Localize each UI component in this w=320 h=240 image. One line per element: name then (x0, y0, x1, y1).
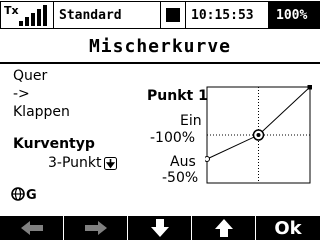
language-indicator: G (11, 187, 37, 201)
down-arrow-icon (150, 219, 169, 237)
title-divider (0, 62, 320, 64)
curve-point[interactable] (307, 85, 313, 90)
curve-type-value: 3-Punkt (48, 155, 102, 171)
curve-graph[interactable] (205, 85, 312, 186)
softkey-right[interactable] (64, 216, 127, 240)
globe-icon (11, 187, 25, 201)
softkey-bar: Ok (0, 216, 320, 240)
model-name-box[interactable]: Standard (54, 1, 161, 29)
softkey-up[interactable] (192, 216, 255, 240)
curve-point[interactable] (205, 156, 210, 162)
battery-indicator: 100% (269, 1, 320, 29)
svg-text:G: G (26, 188, 37, 201)
record-indicator (161, 1, 186, 29)
signal-strength-icon (19, 5, 47, 26)
stop-square-icon (166, 8, 180, 22)
curve-point-selected-dot (256, 133, 261, 137)
point-state-label: Ein (180, 113, 202, 129)
mixer-arrow: -> (13, 86, 30, 102)
softkey-left[interactable] (0, 216, 63, 240)
right-arrow-icon (84, 221, 107, 235)
point-off-label: Aus (170, 154, 196, 170)
mixer-target: Klappen (13, 104, 70, 120)
curve-type-selector[interactable]: 3-Punkt (48, 155, 117, 171)
curve-type-label: Kurventyp (13, 136, 95, 152)
page-title: Mischerkurve (88, 36, 232, 57)
softkey-down[interactable] (128, 216, 191, 240)
status-bar: Tx Standard 10:15:53 100% (0, 0, 320, 31)
tx-label: Tx (4, 4, 19, 17)
dropdown-arrow-icon[interactable] (103, 156, 117, 170)
clock-box: 10:15:53 (186, 1, 269, 29)
signal-indicator: Tx (0, 1, 54, 29)
up-arrow-icon (214, 219, 233, 237)
left-arrow-icon (20, 221, 43, 235)
model-name: Standard (59, 8, 122, 23)
point-off-value[interactable]: -50% (162, 170, 198, 186)
ok-button[interactable]: Ok (256, 216, 320, 240)
mixer-source: Quer (13, 68, 48, 84)
g-letter-icon: G (26, 188, 37, 201)
point-state-value[interactable]: -100% (150, 130, 195, 146)
point-label: Punkt 1 (147, 88, 208, 104)
clock-time: 10:15:53 (191, 8, 254, 23)
battery-percent: 100% (276, 8, 308, 23)
